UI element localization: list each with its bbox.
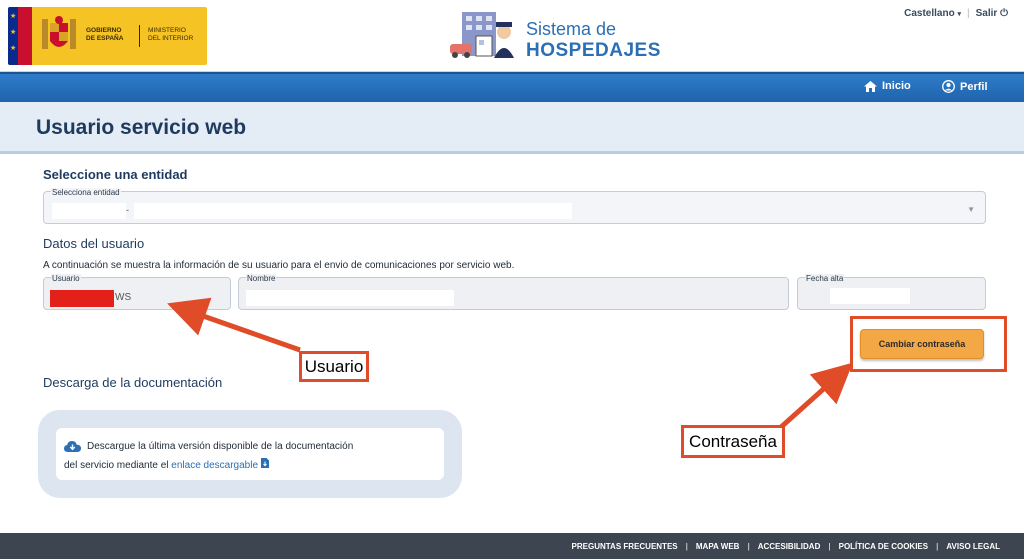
password-highlight-box <box>850 316 1007 372</box>
footer-link-sitemap[interactable]: MAPA WEB <box>696 542 740 551</box>
gov-label-line2: DE ESPAÑA <box>86 35 124 42</box>
footer-separator: | <box>936 542 939 551</box>
ministry-label-line1: MINISTERIO <box>148 27 186 34</box>
logout-label: Salir <box>975 8 998 19</box>
logout-link[interactable]: Salir ⏻ <box>976 8 1008 19</box>
nav-home-label: Inicio <box>882 80 911 92</box>
site-header: ★ ★ ★ GOBIERNO DE ESPAÑA MINISTERIO DEL … <box>0 0 1024 72</box>
menu-divider: | <box>967 8 970 19</box>
hospedajes-illustration-icon <box>450 12 514 58</box>
footer-links: PREGUNTAS FRECUENTES | MAPA WEB | ACCESI… <box>572 542 1000 551</box>
entity-value-redacted <box>52 203 126 219</box>
fecha-alta-field-label: Fecha alta <box>805 274 845 283</box>
usuario-redaction <box>50 290 114 307</box>
fecha-alta-field[interactable]: Fecha alta <box>797 274 986 310</box>
annotation-contrasena: Contraseña <box>681 425 785 458</box>
power-icon: ⏻ <box>1000 8 1008 19</box>
nombre-value-redacted <box>246 290 454 306</box>
nombre-field[interactable]: Nombre <box>238 274 789 310</box>
footer-link-accessibility[interactable]: ACCESIBILIDAD <box>758 542 821 551</box>
government-logo[interactable]: ★ ★ ★ GOBIERNO DE ESPAÑA MINISTERIO DEL … <box>8 7 207 65</box>
nombre-field-label: Nombre <box>246 274 277 283</box>
home-icon <box>864 80 877 92</box>
entity-heading: Seleccione una entidad <box>43 167 188 182</box>
entity-value-redacted-2 <box>134 203 572 219</box>
site-footer: PREGUNTAS FRECUENTES | MAPA WEB | ACCESI… <box>0 533 1024 559</box>
coat-of-arms-icon <box>42 16 76 49</box>
gov-label-line1: GOBIERNO <box>86 27 122 34</box>
language-selector[interactable]: Castellano ▾ <box>904 8 961 19</box>
annotation-usuario: Usuario <box>299 351 369 382</box>
eu-flag-icon: ★ ★ ★ <box>8 7 32 65</box>
brand-title: Sistema de <box>526 19 617 39</box>
documentation-heading: Descarga de la documentación <box>43 375 223 390</box>
footer-link-legal[interactable]: AVISO LEGAL <box>946 542 1000 551</box>
download-link-label: enlace descargable <box>171 460 259 471</box>
user-circle-icon <box>942 80 955 93</box>
entity-select[interactable]: Selecciona entidad - ▼ <box>43 188 986 224</box>
footer-link-faq[interactable]: PREGUNTAS FRECUENTES <box>572 542 678 551</box>
footer-separator: | <box>685 542 688 551</box>
usuario-value-suffix: WS <box>115 292 132 303</box>
footer-separator: | <box>747 542 750 551</box>
cloud-download-icon <box>64 441 81 452</box>
footer-separator: | <box>828 542 831 551</box>
logo-divider <box>139 25 140 47</box>
usuario-arrow <box>167 297 301 353</box>
download-link[interactable]: enlace descargable <box>171 458 269 471</box>
entity-select-label: Selecciona entidad <box>51 188 121 197</box>
top-right-menu: Castellano ▾ | Salir ⏻ <box>904 8 1008 19</box>
fecha-alta-value-redacted <box>830 288 910 304</box>
nav-profile[interactable]: Perfil <box>942 80 988 93</box>
documentation-text-line2: del servicio mediante el <box>64 460 169 471</box>
brand-subtitle: HOSPEDAJES <box>526 40 661 61</box>
nav-profile-label: Perfil <box>960 80 988 93</box>
entity-value-separator: - <box>126 205 129 215</box>
language-label: Castellano <box>904 8 955 19</box>
documentation-card-inner <box>56 428 444 480</box>
user-data-heading: Datos del usuario <box>43 236 145 251</box>
documentation-text-line1: Descargue la última versión disponible d… <box>87 441 354 452</box>
user-data-description: A continuación se muestra la información… <box>43 260 515 271</box>
password-arrow <box>778 362 853 430</box>
nav-home[interactable]: Inicio <box>864 80 911 92</box>
footer-link-cookies[interactable]: POLÍTICA DE COOKIES <box>839 542 929 551</box>
ministry-label-line2: DEL INTERIOR <box>148 35 194 42</box>
usuario-field[interactable]: Usuario WS <box>43 274 231 310</box>
page-title: Usuario servicio web <box>36 116 247 139</box>
file-download-icon <box>260 458 269 468</box>
caret-down-icon: ▾ <box>957 11 961 18</box>
usuario-field-label: Usuario <box>51 274 81 283</box>
main-navbar: Inicio Perfil <box>0 72 1024 102</box>
chevron-down-icon: ▼ <box>967 205 975 214</box>
